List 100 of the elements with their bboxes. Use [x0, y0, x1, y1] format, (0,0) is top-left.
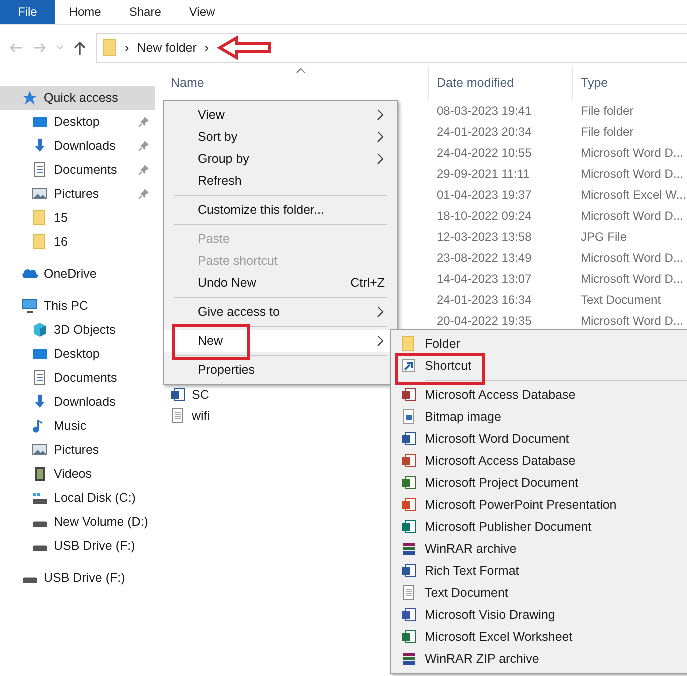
menu-item[interactable]: Customize this folder...	[164, 199, 397, 221]
pin-icon[interactable]	[139, 141, 149, 151]
date-cell-text: 24-01-2023 16:34	[436, 292, 533, 306]
date-cell-text: 20-04-2022 19:35	[436, 314, 533, 328]
folder-icon	[401, 336, 417, 352]
sidebar-item[interactable]: This PC	[0, 294, 155, 318]
chevron-right-icon	[377, 153, 385, 165]
type-cell-text: File folder	[580, 124, 635, 138]
shortcut-icon	[401, 358, 417, 374]
star-icon	[22, 90, 38, 106]
menu-item[interactable]: Microsoft Word Document	[391, 428, 687, 450]
sidebar-item[interactable]: Pictures	[0, 182, 155, 206]
pointer-arrow-icon	[217, 35, 274, 61]
sidebar-item[interactable]: 16	[0, 230, 155, 254]
sidebar-item[interactable]: Downloads	[0, 390, 155, 414]
breadcrumb[interactable]: New folder	[137, 41, 197, 55]
ribbon-tab[interactable]: Share	[115, 0, 176, 24]
date-cell-text: 18-10-2022 09:24	[436, 208, 533, 222]
document-icon	[32, 370, 48, 386]
column-header[interactable]: Name	[160, 66, 428, 100]
menu-item[interactable]: WinRAR ZIP archive	[391, 648, 687, 670]
drive-icon	[32, 544, 48, 552]
menu-item[interactable]: View	[164, 104, 397, 126]
archive-icon	[401, 651, 417, 667]
file-row[interactable]: SC	[170, 384, 210, 405]
sidebar-item[interactable]: OneDrive	[0, 262, 155, 286]
file-row[interactable]: wifi	[170, 405, 210, 426]
folder-icon	[32, 234, 48, 250]
menu-item[interactable]: Sort by	[164, 126, 397, 148]
date-cell-text: 12-03-2023 13:58	[436, 230, 533, 244]
pictures-icon	[32, 442, 48, 458]
date-cell-text: 24-01-2023 20:34	[436, 124, 533, 138]
sidebar-item[interactable]: 15	[0, 206, 155, 230]
type-cell-text: File folder	[580, 104, 635, 118]
menu-item[interactable]: Bitmap image	[391, 406, 687, 428]
sidebar-item[interactable]: Local Disk (C:)	[0, 486, 155, 510]
sidebar-item[interactable]: Quick access	[0, 86, 155, 110]
folder-icon	[32, 210, 48, 226]
sort-caret-icon	[296, 68, 306, 74]
sidebar-item[interactable]: USB Drive (F:)	[0, 534, 155, 558]
type-cell-text: Microsoft Word D...	[580, 314, 684, 328]
download-icon	[32, 394, 48, 410]
chevron-right-icon	[377, 306, 385, 318]
column-header[interactable]: Type	[572, 66, 687, 100]
column-header[interactable]: Date modified	[428, 66, 572, 100]
menu-item[interactable]: Text Document	[391, 582, 687, 604]
sidebar-item[interactable]: Documents	[0, 366, 155, 390]
download-icon	[32, 138, 48, 154]
sidebar-item[interactable]: Downloads	[0, 134, 155, 158]
sidebar-item[interactable]: 3D Objects	[0, 318, 155, 342]
date-cell-text: 01-04-2023 19:37	[436, 188, 533, 202]
menu-item[interactable]: Microsoft Excel Worksheet	[391, 626, 687, 648]
menu-item[interactable]: Rich Text Format	[391, 560, 687, 582]
date-cell-text: 24-04-2022 10:55	[436, 146, 533, 160]
pin-icon[interactable]	[139, 117, 149, 127]
monitor-icon	[22, 298, 38, 314]
breadcrumb[interactable]: ›	[204, 41, 210, 55]
menu-item[interactable]: Undo New Ctrl+Z	[164, 272, 397, 294]
folder-icon	[103, 39, 117, 57]
chevron-right-icon	[377, 131, 385, 143]
up-arrow-icon[interactable]	[72, 40, 88, 56]
menu-item[interactable]: Microsoft Access Database	[391, 450, 687, 472]
menu-item[interactable]: Give access to	[164, 301, 397, 323]
document-icon	[32, 162, 48, 178]
menu-item[interactable]: Microsoft Visio Drawing	[391, 604, 687, 626]
sidebar-item[interactable]: Desktop	[0, 110, 155, 134]
ribbon-tab[interactable]: View	[175, 0, 230, 24]
sidebar-item[interactable]: Documents	[0, 158, 155, 182]
sidebar-item[interactable]: New Volume (D:)	[0, 510, 155, 534]
shortcut-text: Ctrl+Z	[350, 276, 385, 290]
breadcrumb[interactable]: ›	[125, 41, 130, 55]
menu-item[interactable]: Microsoft Access Database	[391, 384, 687, 406]
menu-item[interactable]: Microsoft PowerPoint Presentation	[391, 494, 687, 516]
address-bar[interactable]: › New folder ›	[96, 33, 687, 63]
date-cell-text: 23-08-2022 13:49	[436, 250, 533, 264]
pin-icon[interactable]	[139, 189, 149, 199]
sidebar-item[interactable]: Music	[0, 414, 155, 438]
document-icon	[170, 386, 186, 402]
sidebar-item[interactable]: Pictures	[0, 438, 155, 462]
text-file-icon	[401, 585, 417, 601]
pin-icon[interactable]	[139, 165, 149, 175]
type-cell-text: Microsoft Word D...	[580, 250, 684, 264]
menu-item[interactable]: WinRAR archive	[391, 538, 687, 560]
chevron-right-icon	[377, 109, 385, 121]
type-cell-text: Microsoft Word D...	[580, 272, 684, 286]
dropdown-caret-icon[interactable]	[56, 44, 64, 52]
ribbon-tab[interactable]: File	[0, 0, 56, 24]
sidebar-item[interactable]: Desktop	[0, 342, 155, 366]
menu-item[interactable]: Microsoft Publisher Document	[391, 516, 687, 538]
sidebar-item[interactable]: USB Drive (F:)	[0, 566, 155, 590]
menu-item[interactable]: Group by	[164, 148, 397, 170]
sidebar-item[interactable]: Videos	[0, 462, 155, 486]
type-cell-text: JPG File	[580, 230, 628, 244]
menu-item[interactable]: Refresh	[164, 170, 397, 192]
menu-item[interactable]: Shortcut	[391, 355, 687, 377]
date-cell-text: 08-03-2023 19:41	[436, 104, 533, 118]
date-cell-text: 29-09-2021 11:11	[436, 166, 531, 180]
text-file-icon	[170, 408, 186, 424]
ribbon-tab[interactable]: Home	[55, 0, 116, 24]
menu-item[interactable]: Microsoft Project Document	[391, 472, 687, 494]
